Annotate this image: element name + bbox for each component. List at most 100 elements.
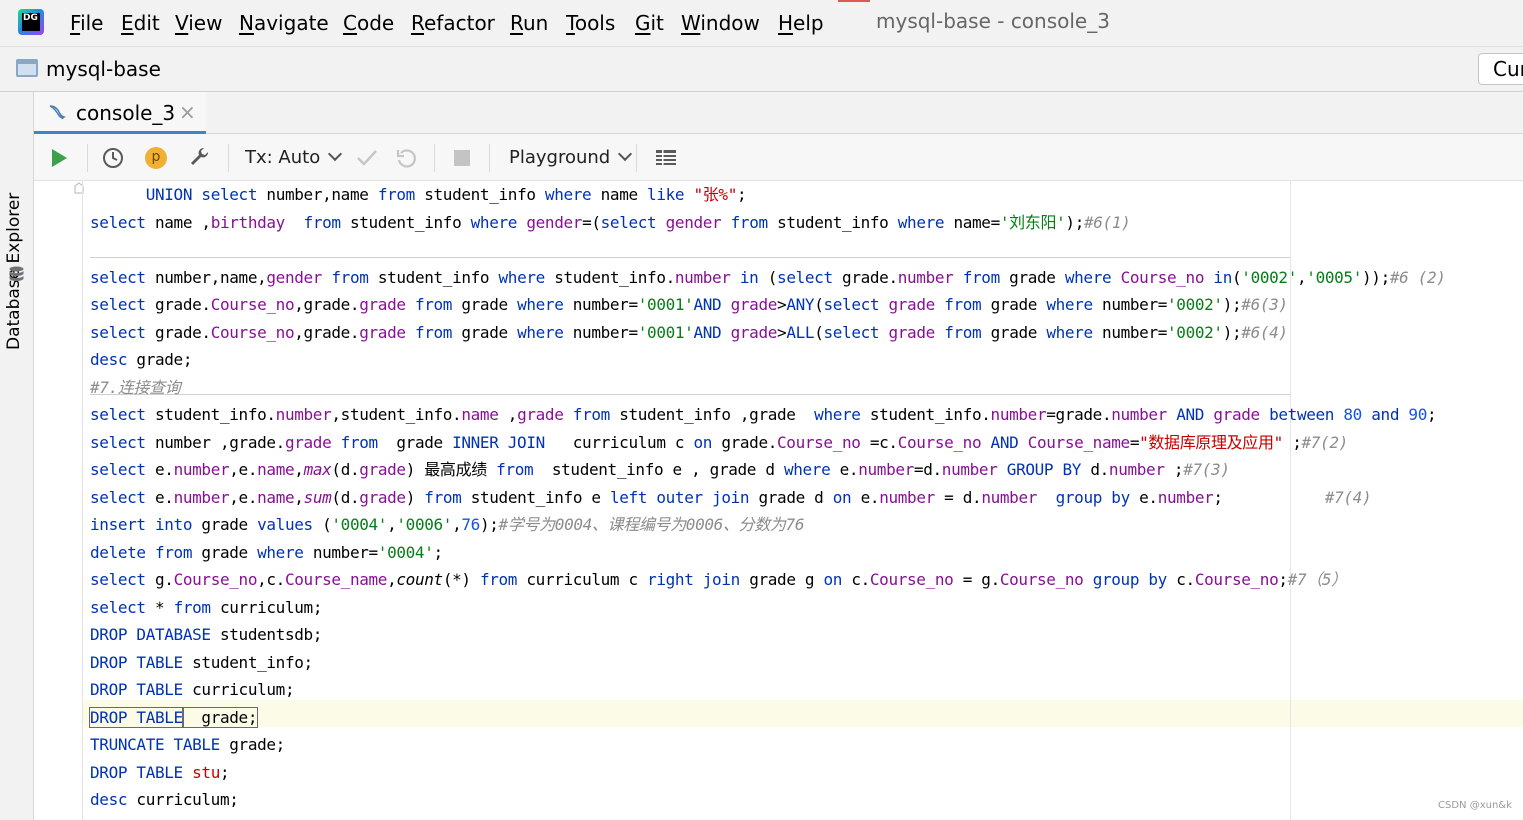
code-token: =d. bbox=[913, 460, 942, 479]
code-line: desc curriculum; bbox=[90, 786, 1446, 814]
code-token: from bbox=[944, 295, 982, 314]
code-token: like bbox=[647, 185, 685, 204]
code-token: student_info e bbox=[461, 487, 610, 507]
code-token: Course_name bbox=[1027, 432, 1130, 452]
code-token: group by bbox=[1055, 487, 1131, 507]
code-token: (d. bbox=[331, 460, 360, 479]
code-token: DROP TABLE bbox=[90, 680, 183, 699]
toolbar-separator bbox=[87, 144, 88, 172]
menu-window[interactable]: Window bbox=[681, 10, 760, 36]
menu-mnemonic: W bbox=[681, 11, 701, 35]
menu-git[interactable]: Git bbox=[635, 10, 664, 36]
code-token: select bbox=[823, 322, 880, 342]
play-icon[interactable] bbox=[48, 147, 70, 169]
code-line: select * from curriculum; bbox=[90, 594, 1446, 622]
code-token: * bbox=[145, 597, 174, 617]
code-token: = d. bbox=[934, 487, 982, 507]
wrench-icon[interactable] bbox=[188, 146, 212, 170]
code-token: from bbox=[496, 460, 534, 479]
code-token: e. bbox=[1129, 487, 1158, 507]
code-token: where bbox=[257, 542, 304, 562]
menu-mnemonic: T bbox=[566, 11, 575, 35]
menu-tools[interactable]: Tools bbox=[566, 10, 615, 36]
sql-editor[interactable]: UNION select number,name from student_in… bbox=[34, 181, 1523, 820]
code-token: grade. bbox=[712, 432, 778, 452]
database-icon[interactable] bbox=[8, 266, 25, 282]
code-token: on bbox=[823, 570, 843, 589]
chevron-down-icon bbox=[618, 146, 633, 162]
current-file-button[interactable]: Cur bbox=[1478, 53, 1523, 85]
code-token: #6(4) bbox=[1241, 322, 1288, 342]
playground-dropdown[interactable]: Playground bbox=[509, 146, 633, 168]
code-token: desc bbox=[90, 350, 128, 369]
code-token: GROUP BY bbox=[1006, 460, 1082, 479]
code-token: between bbox=[1269, 405, 1335, 424]
code-token: =grade. bbox=[1046, 405, 1112, 424]
code-token: "数据库原理及应用" bbox=[1139, 432, 1283, 452]
code-token: student_info. bbox=[145, 405, 276, 424]
tab-console-3[interactable]: console_3 × bbox=[34, 92, 206, 135]
code-token: ,e. bbox=[229, 460, 258, 479]
menu-view[interactable]: View bbox=[175, 10, 222, 36]
menu-code[interactable]: Code bbox=[343, 10, 394, 36]
code-token: from bbox=[303, 212, 341, 232]
code-token: '0002' bbox=[1241, 267, 1297, 287]
code-token: where bbox=[783, 460, 831, 479]
history-icon[interactable] bbox=[102, 147, 124, 169]
pin-icon[interactable]: p bbox=[145, 147, 167, 169]
stop-icon bbox=[454, 150, 470, 166]
code-line: DROP DATABASE studentsdb; bbox=[90, 621, 1446, 649]
menu-navigate[interactable]: Navigate bbox=[239, 10, 329, 36]
menu-label-rest: dit bbox=[133, 11, 160, 35]
code-token: select bbox=[90, 267, 146, 287]
code-line: select grade.Course_no,grade.grade from … bbox=[90, 291, 1446, 319]
editor-gutter bbox=[34, 181, 84, 820]
project-name[interactable]: mysql-base bbox=[46, 57, 161, 81]
code-token: student_info bbox=[414, 185, 545, 204]
code-token: #7（5） bbox=[1287, 570, 1348, 589]
menu-label-rest: avigate bbox=[253, 11, 329, 35]
code-token: right join bbox=[647, 570, 740, 589]
code-token: where bbox=[544, 185, 592, 204]
code-token: grade bbox=[730, 295, 778, 314]
code-token: number= bbox=[563, 322, 638, 342]
code-token: ; bbox=[1427, 405, 1437, 424]
code-token: select bbox=[90, 212, 146, 232]
code-token: > bbox=[777, 295, 787, 314]
code-token: from bbox=[479, 570, 518, 589]
code-token: e. bbox=[145, 460, 174, 479]
code-line: insert into grade values ('0004','0006',… bbox=[90, 511, 1446, 539]
menu-refactor[interactable]: Refactor bbox=[411, 10, 495, 36]
menu-help[interactable]: Help bbox=[778, 10, 824, 36]
code-token: grade bbox=[377, 432, 453, 452]
tab-label: console_3 bbox=[76, 101, 176, 125]
code-token: ALL bbox=[786, 322, 815, 342]
code-token: e. bbox=[145, 487, 174, 507]
menu-file[interactable]: File bbox=[70, 10, 103, 36]
code-token: number bbox=[941, 460, 998, 479]
code-token: ( bbox=[758, 267, 778, 287]
code-token: select bbox=[823, 295, 880, 314]
watermark: CSDN @xun&k bbox=[1438, 800, 1512, 811]
menu-mnemonic: F bbox=[70, 11, 81, 35]
menu-edit[interactable]: Edit bbox=[121, 10, 160, 36]
table-view-icon[interactable] bbox=[655, 147, 677, 169]
tx-mode-dropdown[interactable]: Tx: Auto bbox=[245, 146, 343, 168]
code-token: '0004' bbox=[331, 515, 388, 534]
menu-run[interactable]: Run bbox=[510, 10, 548, 36]
code-token: name bbox=[461, 405, 499, 424]
close-icon[interactable]: × bbox=[179, 100, 196, 124]
code-token: select bbox=[90, 487, 146, 507]
code-token: Course_no bbox=[210, 322, 295, 342]
code-token: select bbox=[90, 405, 146, 424]
code-token: #7(2) bbox=[1301, 432, 1348, 452]
code-token: number bbox=[897, 267, 954, 287]
